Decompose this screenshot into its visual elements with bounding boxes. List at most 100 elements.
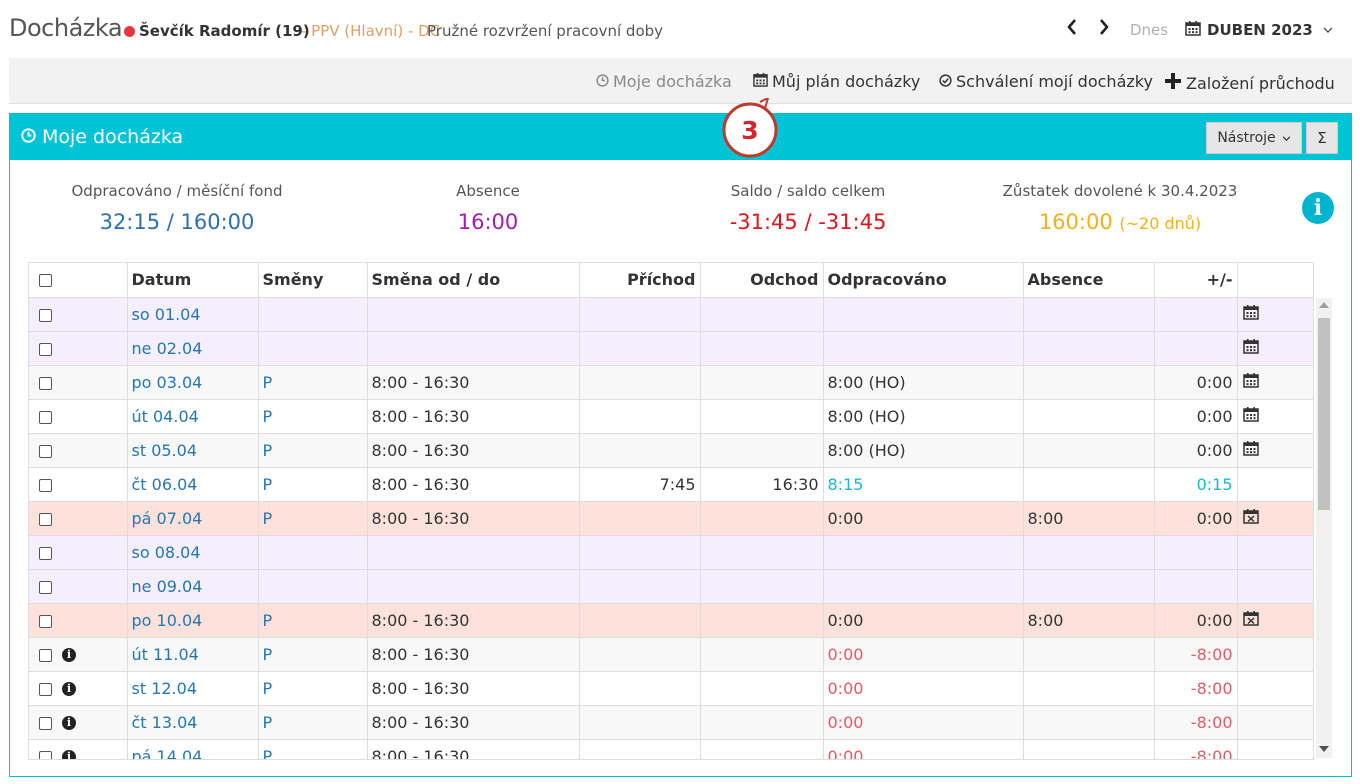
table-row[interactable]: čt 06.04 P 8:00 - 16:30 7:45 16:30 8:15 0:15 [29, 467, 1313, 502]
my-attendance-link[interactable]: Moje docházka [596, 72, 732, 91]
table-row[interactable]: st 05.04 P 8:00 - 16:30 8:00 (HO) 0:00 [29, 433, 1313, 468]
header-shift-range[interactable]: Směna od / do [367, 263, 580, 298]
cell-diff: -8:00 [1154, 739, 1238, 759]
row-checkbox[interactable] [39, 682, 52, 696]
row-checkbox[interactable] [39, 444, 52, 458]
table-row[interactable]: i út 11.04 P 8:00 - 16:30 0:00 -8:00 [29, 637, 1313, 672]
month-selector[interactable]: DUBEN 2023 [1185, 20, 1333, 40]
cell-worked [823, 535, 1024, 570]
row-checkbox[interactable] [39, 478, 52, 492]
cell-date[interactable]: so 08.04 [127, 535, 259, 570]
header-diff[interactable]: +/- [1154, 263, 1238, 298]
info-icon[interactable]: i [62, 716, 76, 730]
row-checkbox[interactable] [39, 512, 52, 526]
scroll-thumb[interactable] [1318, 318, 1330, 510]
cell-worked: 8:00 (HO) [823, 399, 1024, 434]
calendar-x-icon[interactable] [1242, 611, 1259, 630]
row-checkbox[interactable] [39, 308, 52, 322]
calendar-x-icon[interactable] [1242, 509, 1259, 528]
info-icon[interactable]: i [62, 682, 76, 696]
chevron-right-icon[interactable] [1094, 17, 1114, 43]
cell-departure [700, 501, 824, 536]
cell-actions [1237, 467, 1313, 502]
tools-dropdown[interactable]: Nástroje [1206, 122, 1302, 154]
calendar-icon[interactable] [1242, 407, 1259, 426]
row-checkbox[interactable] [39, 410, 52, 424]
cell-shift-range: 8:00 - 16:30 [367, 365, 580, 400]
create-pass-link[interactable]: Založení průchodu [1164, 72, 1335, 94]
calendar-icon [753, 72, 768, 91]
cell-worked: 8:00 (HO) [823, 433, 1024, 468]
cell-shift [258, 569, 368, 604]
header-arrival[interactable]: Příchod [579, 263, 701, 298]
table-row[interactable]: pá 07.04 P 8:00 - 16:30 0:00 8:00 0:00 [29, 501, 1313, 536]
info-icon[interactable]: i [62, 648, 76, 662]
row-checkbox[interactable] [39, 342, 52, 356]
cell-arrival [579, 671, 701, 706]
cell-diff [1154, 297, 1238, 332]
calendar-icon[interactable] [1242, 373, 1259, 392]
row-checkbox[interactable] [39, 546, 52, 560]
cell-date[interactable]: st 05.04 [127, 433, 259, 468]
svg-text:3: 3 [741, 116, 758, 145]
row-checkbox[interactable] [39, 716, 52, 730]
chevron-left-icon[interactable] [1062, 17, 1082, 43]
select-all-checkbox[interactable] [39, 274, 52, 288]
panel-title: Moje docházka [21, 126, 183, 148]
cell-date[interactable]: po 03.04 [127, 365, 259, 400]
row-checkbox[interactable] [39, 614, 52, 628]
cell-shift-range [367, 569, 580, 604]
cell-departure [700, 569, 824, 604]
row-checkbox[interactable] [39, 750, 52, 759]
calendar-icon[interactable] [1242, 339, 1259, 358]
employee-name: Ševčík Radomír (19) [139, 22, 310, 40]
table-row[interactable]: i pá 14.04 P 8:00 - 16:30 0:00 -8:00 [29, 739, 1313, 759]
attendance-table: Datum Směny Směna od / do Příchod Odchod… [28, 262, 1314, 760]
info-icon[interactable]: i [62, 750, 76, 759]
scroll-down-arrow-icon[interactable] [1319, 746, 1329, 752]
row-select-cell [29, 297, 128, 332]
table-row[interactable]: po 10.04 P 8:00 - 16:30 0:00 8:00 0:00 [29, 603, 1313, 638]
cell-departure [700, 297, 824, 332]
cell-date[interactable]: pá 07.04 [127, 501, 259, 536]
table-row[interactable]: so 08.04 [29, 535, 1313, 570]
cell-date[interactable]: čt 06.04 [127, 467, 259, 502]
cell-date[interactable]: út 04.04 [127, 399, 259, 434]
table-row[interactable]: út 04.04 P 8:00 - 16:30 8:00 (HO) 0:00 [29, 399, 1313, 434]
table-row[interactable]: po 03.04 P 8:00 - 16:30 8:00 (HO) 0:00 [29, 365, 1313, 400]
cell-date[interactable]: čt 13.04 [127, 705, 259, 740]
approval-link[interactable]: Schválení mojí docházky [939, 72, 1153, 91]
table-row[interactable]: i st 12.04 P 8:00 - 16:30 0:00 -8:00 [29, 671, 1313, 706]
cell-arrival [579, 535, 701, 570]
header-worked[interactable]: Odpracováno [823, 263, 1024, 298]
header-absence[interactable]: Absence [1023, 263, 1155, 298]
my-plan-link[interactable]: Můj plán docházky [753, 72, 920, 91]
sum-button[interactable]: Σ [1306, 122, 1338, 154]
table-row[interactable]: ne 09.04 [29, 569, 1313, 604]
cell-date[interactable]: st 12.04 [127, 671, 259, 706]
table-row[interactable]: ne 02.04 [29, 331, 1313, 366]
header-shifts[interactable]: Směny [258, 263, 368, 298]
today-button[interactable]: Dnes [1130, 21, 1168, 39]
cell-diff: 0:00 [1154, 603, 1238, 638]
cell-date[interactable]: po 10.04 [127, 603, 259, 638]
cell-date[interactable]: pá 14.04 [127, 739, 259, 759]
row-checkbox[interactable] [39, 376, 52, 390]
row-checkbox[interactable] [39, 580, 52, 594]
header-departure[interactable]: Odchod [700, 263, 824, 298]
scroll-up-arrow-icon[interactable] [1319, 302, 1329, 308]
cell-date[interactable]: so 01.04 [127, 297, 259, 332]
calendar-icon[interactable] [1242, 441, 1259, 460]
table-row[interactable]: so 01.04 [29, 297, 1313, 332]
cell-date[interactable]: út 11.04 [127, 637, 259, 672]
cell-date[interactable]: ne 02.04 [127, 331, 259, 366]
cell-date[interactable]: ne 09.04 [127, 569, 259, 604]
info-icon[interactable]: i [1302, 192, 1334, 224]
header-date[interactable]: Datum [127, 263, 259, 298]
calendar-icon[interactable] [1242, 305, 1259, 324]
table-row[interactable]: i čt 13.04 P 8:00 - 16:30 0:00 -8:00 [29, 705, 1313, 740]
row-checkbox[interactable] [39, 648, 52, 662]
cell-shift [258, 297, 368, 332]
table-scrollbar[interactable] [1316, 298, 1332, 758]
cell-shift: P [258, 433, 368, 468]
